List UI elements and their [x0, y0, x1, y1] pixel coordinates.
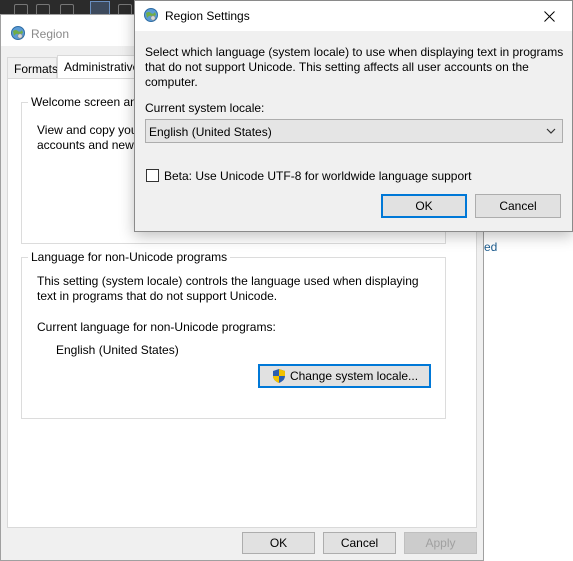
- tab-administrative[interactable]: Administrative: [57, 55, 140, 79]
- dialog-desc-line3: computer.: [145, 75, 198, 89]
- region-apply-label: Apply: [425, 536, 456, 550]
- system-locale-value: English (United States): [149, 125, 272, 139]
- dialog-ok-label: OK: [415, 199, 433, 213]
- globe-icon: [11, 26, 25, 40]
- dialog-desc-line2: that do not support Unicode. This settin…: [145, 60, 529, 74]
- region-cancel-label: Cancel: [340, 536, 379, 550]
- dialog-close-button[interactable]: [526, 1, 572, 31]
- locale-label: Current system locale:: [145, 101, 265, 115]
- current-language-value: English (United States): [56, 343, 179, 357]
- welcome-group-title: Welcome screen and: [28, 95, 147, 109]
- change-system-locale-label: Change system locale...: [289, 369, 419, 383]
- current-language-label: Current language for non-Unicode program…: [37, 320, 276, 334]
- nonunicode-group-title: Language for non-Unicode programs: [28, 250, 231, 264]
- region-title: Region: [31, 27, 70, 41]
- tab-formats[interactable]: Formats: [7, 57, 59, 79]
- background-control-panel: [483, 232, 573, 561]
- chevron-down-icon: [546, 128, 556, 134]
- dialog-cancel-button[interactable]: Cancel: [475, 194, 561, 218]
- close-icon: [543, 10, 555, 22]
- globe-icon: [144, 8, 158, 22]
- region-cancel-button[interactable]: Cancel: [323, 532, 396, 554]
- nonunicode-desc-line1: This setting (system locale) controls th…: [37, 274, 419, 288]
- change-system-locale-button[interactable]: Change system locale...: [258, 364, 431, 388]
- region-ok-button[interactable]: OK: [242, 532, 315, 554]
- dialog-cancel-label: Cancel: [499, 199, 537, 213]
- beta-utf8-label[interactable]: Beta: Use Unicode UTF-8 for worldwide la…: [164, 169, 472, 183]
- dialog-titlebar[interactable]: Region Settings: [135, 1, 572, 31]
- dialog-ok-button[interactable]: OK: [381, 194, 467, 218]
- nonunicode-groupbox: Language for non-Unicode programs This s…: [21, 250, 446, 419]
- region-ok-label: OK: [269, 536, 288, 550]
- welcome-text-line2: accounts and new: [37, 138, 134, 152]
- welcome-text-line1: View and copy you: [37, 123, 138, 137]
- dialog-description: Select which language (system locale) to…: [145, 45, 565, 90]
- dialog-title: Region Settings: [165, 9, 250, 23]
- tab-administrative-label: Administrative: [64, 60, 140, 74]
- region-apply-button[interactable]: Apply: [404, 532, 477, 554]
- nonunicode-desc-line2: text in programs that do not support Uni…: [37, 289, 278, 303]
- region-settings-dialog: Region Settings Select which language (s…: [134, 0, 573, 232]
- dialog-desc-line1: Select which language (system locale) to…: [145, 45, 564, 59]
- uac-shield-icon: [272, 369, 285, 383]
- tab-formats-label: Formats: [14, 62, 59, 76]
- beta-utf8-checkbox[interactable]: [146, 169, 159, 182]
- background-link-text[interactable]: ed: [484, 240, 497, 254]
- system-locale-dropdown[interactable]: English (United States): [145, 119, 563, 143]
